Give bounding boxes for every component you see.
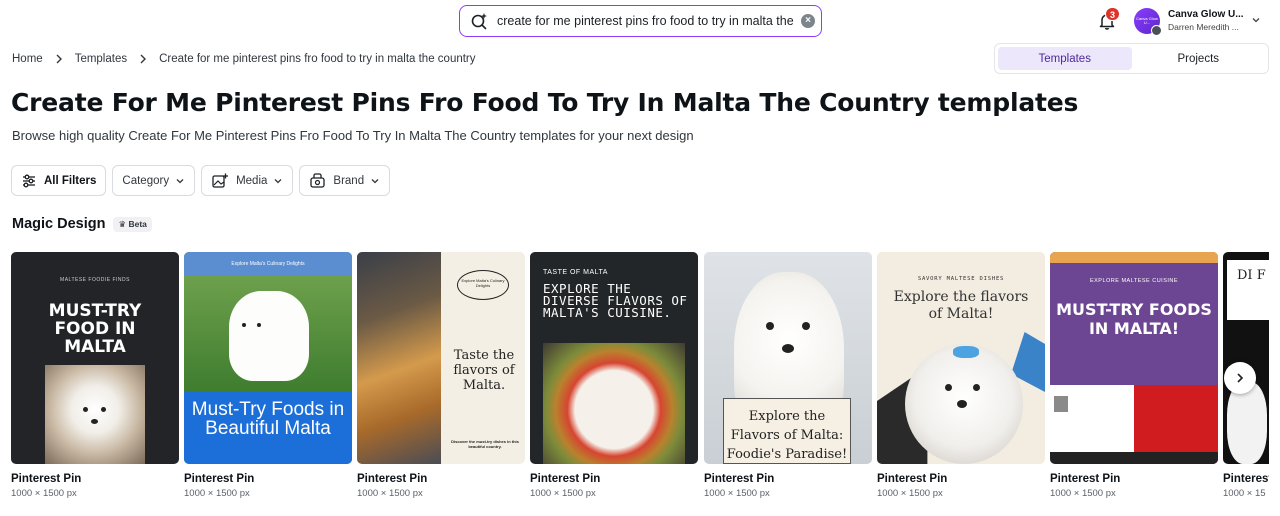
search-input[interactable]: create for me pinterest pins fro food to…	[497, 14, 795, 28]
card-kicker: SAVORY MALTESE DISHES	[917, 276, 1005, 282]
card-title: Pinterest Pin	[877, 473, 948, 485]
card-headline: MUST-TRY FOOD IN MALTA	[48, 301, 142, 357]
sliders-icon	[23, 174, 35, 187]
card-badge: Explore Malta's Culinary Delights	[461, 278, 505, 288]
breadcrumb: Home Templates Create for me pinterest p…	[12, 51, 476, 67]
card-dimensions: 1000 × 1500 px	[1050, 488, 1116, 499]
card-title: Pinterest Pin	[11, 473, 82, 485]
card-dimensions: 1000 × 1500 px	[357, 488, 423, 499]
category-label: Category	[122, 174, 170, 187]
breadcrumb-home[interactable]: Home	[12, 53, 43, 65]
dog-photo	[45, 365, 145, 464]
view-toggle: Templates Projects	[994, 43, 1269, 74]
card-kicker: Explore Malta's Culinary Delights	[231, 261, 305, 267]
card-title: Pinterest	[1223, 473, 1269, 485]
account-user: Darren Meredith ...	[1168, 22, 1239, 32]
card-dimensions: 1000 × 1500 px	[530, 488, 596, 499]
brand-kit-icon	[310, 173, 326, 188]
card-title: Pinterest Pin	[357, 473, 428, 485]
media-label: Media	[236, 174, 268, 187]
card-dimensions: 1000 × 1500 px	[11, 488, 77, 499]
account-avatar[interactable]: Canva Glow U...	[1134, 8, 1162, 36]
card-dimensions: 1000 × 15	[1223, 488, 1266, 499]
filter-bar: All Filters Category Media Brand	[11, 165, 391, 196]
card-headline: Explore the Flavors of Malta: Foodie's P…	[726, 409, 848, 462]
card-headline: Must-Try Foods in Beautiful Malta	[191, 399, 345, 439]
page-title: Create For Me Pinterest Pins Fro Food To…	[11, 88, 1079, 117]
chevron-down-icon[interactable]	[1250, 14, 1262, 26]
template-card[interactable]: EXPLORE MALTESE CUISINE MUST-TRY FOODS I…	[1050, 252, 1218, 499]
notification-count-badge: 3	[1105, 7, 1120, 21]
template-thumbnail[interactable]: Explore Malta's Culinary Delights Must-T…	[184, 252, 352, 464]
template-card[interactable]: SAVORY MALTESE DISHES Explore the flavor…	[877, 252, 1045, 499]
account-switcher[interactable]: Canva Glow U... Darren Meredith ...	[1168, 9, 1246, 32]
breadcrumb-templates[interactable]: Templates	[75, 53, 127, 65]
card-title: Pinterest Pin	[1050, 473, 1121, 485]
media-dropdown[interactable]: Media	[201, 165, 294, 196]
template-card[interactable]: MALTESE FOODIE FINDS MUST-TRY FOOD IN MA…	[11, 252, 179, 499]
beta-badge: ♛ Beta	[113, 216, 152, 232]
template-card[interactable]: TASTE OF MALTA EXPLORE THE DIVERSE FLAVO…	[530, 252, 698, 499]
account-name: Canva Glow U...	[1168, 9, 1244, 20]
brand-dropdown[interactable]: Brand	[299, 165, 391, 196]
template-carousel: MALTESE FOODIE FINDS MUST-TRY FOOD IN MA…	[11, 252, 1269, 512]
template-thumbnail[interactable]: TASTE OF MALTA EXPLORE THE DIVERSE FLAVO…	[530, 252, 698, 464]
chevron-down-icon	[274, 178, 282, 183]
card-kicker: EXPLORE MALTESE CUISINE	[1089, 278, 1179, 284]
card-dimensions: 1000 × 1500 px	[704, 488, 770, 499]
magic-design-header: Magic Design ♛ Beta	[12, 216, 152, 232]
template-thumbnail[interactable]: MALTESE FOODIE FINDS MUST-TRY FOOD IN MA…	[11, 252, 179, 464]
card-title: Pinterest Pin	[530, 473, 601, 485]
avatar-text: Canva Glow U...	[1136, 16, 1158, 25]
card-kicker: TASTE OF MALTA	[543, 269, 608, 276]
user-avatar-small	[1151, 25, 1162, 36]
card-kicker: MALTESE FOODIE FINDS	[60, 277, 130, 283]
clear-search-icon[interactable]: ×	[801, 14, 815, 28]
chevron-down-icon	[371, 178, 379, 183]
food-photo	[543, 343, 685, 464]
card-headline: Explore the flavors of Malta!	[893, 289, 1029, 322]
chevron-down-icon	[176, 178, 184, 183]
template-thumbnail[interactable]: SAVORY MALTESE DISHES Explore the flavor…	[877, 252, 1045, 464]
card-headline: MUST-TRY FOODS IN MALTA!	[1056, 300, 1212, 338]
all-filters-label: All Filters	[44, 174, 97, 187]
template-thumbnail[interactable]: DI F	[1223, 252, 1269, 464]
card-dimensions: 1000 × 1500 px	[184, 488, 250, 499]
template-card[interactable]: Explore the Flavors of Malta: Foodie's P…	[704, 252, 872, 499]
top-bar: create for me pinterest pins fro food to…	[0, 0, 1280, 44]
magic-search-icon	[471, 13, 487, 30]
chevron-right-icon	[140, 54, 147, 64]
image-plus-icon	[212, 173, 229, 188]
all-filters-button[interactable]: All Filters	[11, 165, 107, 196]
template-thumbnail[interactable]: Explore the Flavors of Malta: Foodie's P…	[704, 252, 872, 464]
card-dimensions: 1000 × 1500 px	[877, 488, 943, 499]
dog-photo	[184, 276, 352, 391]
card-title: Pinterest Pin	[704, 473, 775, 485]
section-title: Magic Design	[12, 216, 106, 232]
template-thumbnail[interactable]: Explore Malta's Culinary Delights Taste …	[357, 252, 525, 464]
page-subtitle: Browse high quality Create For Me Pinter…	[12, 128, 694, 143]
tab-projects[interactable]: Projects	[1132, 47, 1266, 70]
template-card[interactable]: Explore Malta's Culinary Delights Taste …	[357, 252, 525, 499]
chevron-right-icon	[1237, 373, 1244, 383]
pastry-photo	[357, 252, 441, 464]
brand-label: Brand	[333, 174, 365, 187]
category-dropdown[interactable]: Category	[112, 165, 196, 196]
search-bar[interactable]: create for me pinterest pins fro food to…	[459, 5, 822, 37]
dog-photo	[905, 344, 1023, 464]
template-card[interactable]: Explore Malta's Culinary Delights Must-T…	[184, 252, 352, 499]
carousel-next-button[interactable]	[1224, 362, 1256, 394]
tab-templates[interactable]: Templates	[998, 47, 1132, 70]
beta-label: Beta	[128, 218, 147, 229]
breadcrumb-current: Create for me pinterest pins fro food to…	[159, 53, 476, 65]
template-thumbnail[interactable]: EXPLORE MALTESE CUISINE MUST-TRY FOODS I…	[1050, 252, 1218, 464]
card-title: Pinterest Pin	[184, 473, 255, 485]
card-headline: DI F	[1237, 268, 1266, 283]
chevron-right-icon	[56, 54, 62, 64]
card-headline: Taste the flavors of Malta.	[453, 348, 515, 393]
card-headline: EXPLORE THE DIVERSE FLAVORS OF MALTA'S C…	[543, 281, 688, 320]
card-footer: Discover the must-try dishes in this bea…	[451, 439, 519, 449]
